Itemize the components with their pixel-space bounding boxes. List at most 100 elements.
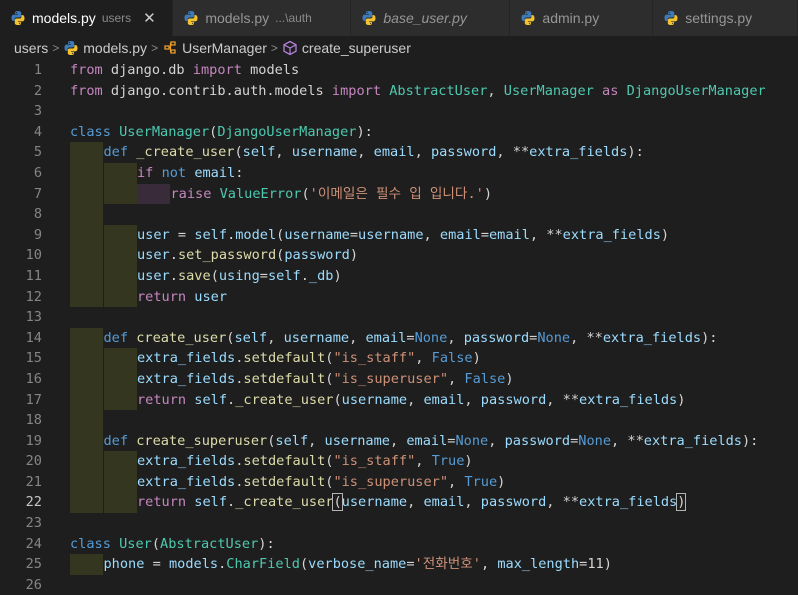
code-line[interactable]: 17 return self._create_user(username, ema… <box>0 389 798 411</box>
code-token: save <box>177 267 211 284</box>
code-line[interactable]: 24 class User(AbstractUser): <box>0 534 798 555</box>
code-token: password <box>284 247 350 264</box>
code-token: user <box>137 267 170 284</box>
code-token: self <box>194 226 228 243</box>
code-line[interactable]: 21 extra_fields.setdefault("is_superuser"… <box>0 471 798 493</box>
code-token: "is_superuser" <box>333 473 449 490</box>
breadcrumb-file[interactable]: models.py <box>63 40 147 56</box>
tab-1[interactable]: models.py ...\auth <box>173 0 352 36</box>
code-line[interactable]: 23 <box>0 513 798 534</box>
indent-guide <box>70 327 103 349</box>
chevron-right-icon: > <box>151 41 159 55</box>
tab-3[interactable]: admin.py <box>510 0 654 36</box>
code-line[interactable]: 4 class UserManager(DjangoUserManager): <box>0 122 798 143</box>
code-line[interactable]: 3 <box>0 101 798 122</box>
code-token: extra_fields <box>602 329 702 346</box>
code-line[interactable]: 6 if not email: <box>0 162 798 184</box>
code-line[interactable]: 18 <box>0 410 798 431</box>
code-token: _create_user <box>235 391 334 408</box>
code-line[interactable]: 2 from django.contrib.auth.models import … <box>0 81 798 102</box>
code-line[interactable]: 11 user.save(using=self._db) <box>0 265 798 287</box>
indent-guide <box>70 389 103 411</box>
indent-guide <box>103 183 137 205</box>
tab-label: settings.py <box>685 10 753 26</box>
code-token: , <box>415 453 432 470</box>
line-number: 21 <box>25 473 42 490</box>
code-line[interactable]: 1 from django.db import models <box>0 60 798 81</box>
code-token: , ** <box>546 391 580 408</box>
code-line[interactable]: 8 <box>0 204 798 225</box>
tab-4[interactable]: settings.py <box>653 0 798 36</box>
code-line[interactable]: 15 extra_fields.setdefault("is_staff", Fa… <box>0 348 798 369</box>
line-number: 1 <box>33 62 42 78</box>
tab-icon <box>520 10 536 26</box>
code-token: email <box>489 226 530 243</box>
code-line[interactable]: 20 extra_fields.setdefault("is_staff", Tr… <box>0 451 798 472</box>
line-number: 24 <box>25 535 42 552</box>
code-token: _db <box>308 267 334 284</box>
code-line[interactable]: 10 user.set_password(password) <box>0 245 798 266</box>
line-number: 7 <box>33 185 42 202</box>
code-token: max_length <box>497 556 580 573</box>
tab-0[interactable]: models.py users ✕ <box>0 0 174 36</box>
code-token: , <box>423 226 440 243</box>
code-token: , <box>464 494 481 511</box>
code-token: model <box>235 226 277 243</box>
code-line[interactable]: 9 user = self.model(username=username, em… <box>0 224 798 246</box>
indent-guide <box>137 183 170 205</box>
chevron-right-icon: > <box>52 41 60 55</box>
tab-2[interactable]: base_user.py <box>351 0 511 36</box>
code-token: password <box>480 494 547 511</box>
code-token: , ** <box>546 494 580 511</box>
line-number: 12 <box>25 288 42 305</box>
code-token: return <box>137 391 187 408</box>
code-line[interactable]: 12 return user <box>0 286 798 308</box>
code-token: self <box>242 144 276 161</box>
line-number: 16 <box>25 370 42 387</box>
code-line[interactable]: 13 <box>0 307 798 328</box>
code-line[interactable]: 19 def create_superuser(self, username, e… <box>0 430 798 452</box>
code-line[interactable]: 22 return self._create_user(username, ema… <box>0 492 798 514</box>
close-icon[interactable]: ✕ <box>143 9 156 27</box>
code-token: True <box>431 453 465 470</box>
code-editor[interactable]: 1 from django.db import models 2 from djang… <box>0 60 798 595</box>
indent-guide <box>103 348 137 369</box>
indent-guide <box>70 430 103 452</box>
line-number: 22 <box>25 494 42 511</box>
python-file-icon <box>184 11 198 25</box>
indent-guide <box>70 471 103 493</box>
indent-guide <box>70 348 103 369</box>
code-line[interactable]: 7 raise ValueError('이메일은 필수 입 입니다.') <box>0 183 798 205</box>
code-token: import <box>192 62 242 78</box>
code-token: ) <box>660 226 670 243</box>
code-token: ) <box>333 267 342 284</box>
code-text: from django.contrib.auth.models import A… <box>70 81 766 102</box>
indent-guide <box>70 492 103 514</box>
code-token: : <box>235 164 244 181</box>
code-token: None <box>455 432 489 449</box>
code-token: , <box>487 82 504 99</box>
code-token: extra_fields <box>137 370 236 387</box>
code-token: extra_fields <box>137 350 236 367</box>
code-token: "is_staff" <box>333 350 416 367</box>
code-token: ( <box>299 556 309 573</box>
code-token: username <box>291 144 358 161</box>
indent-guide <box>103 286 137 308</box>
code-token: = <box>480 226 489 243</box>
breadcrumb-folder[interactable]: users <box>14 40 48 56</box>
code-text: raise ValueError('이메일은 필수 입 입니다.') <box>171 184 493 205</box>
breadcrumb-class[interactable]: UserManager <box>162 40 267 56</box>
code-token: , ** <box>611 432 644 449</box>
indent-guide <box>103 451 137 472</box>
code-line[interactable]: 16 extra_fields.setdefault("is_superuser"… <box>0 368 798 390</box>
code-line[interactable]: 14 def create_user(self, username, email=… <box>0 327 798 349</box>
code-token: _create_user <box>136 144 235 161</box>
line-number: 4 <box>33 123 42 140</box>
breadcrumb-method[interactable]: create_superuser <box>282 40 411 56</box>
code-token: 11 <box>587 556 604 573</box>
code-token: None <box>537 329 571 346</box>
code-line[interactable]: 25 phone = models.CharField(verbose_name=… <box>0 554 798 575</box>
code-token: extra_fields <box>137 473 236 490</box>
code-token: class <box>70 123 111 140</box>
code-line[interactable]: 5 def _create_user(self, username, email,… <box>0 142 798 163</box>
